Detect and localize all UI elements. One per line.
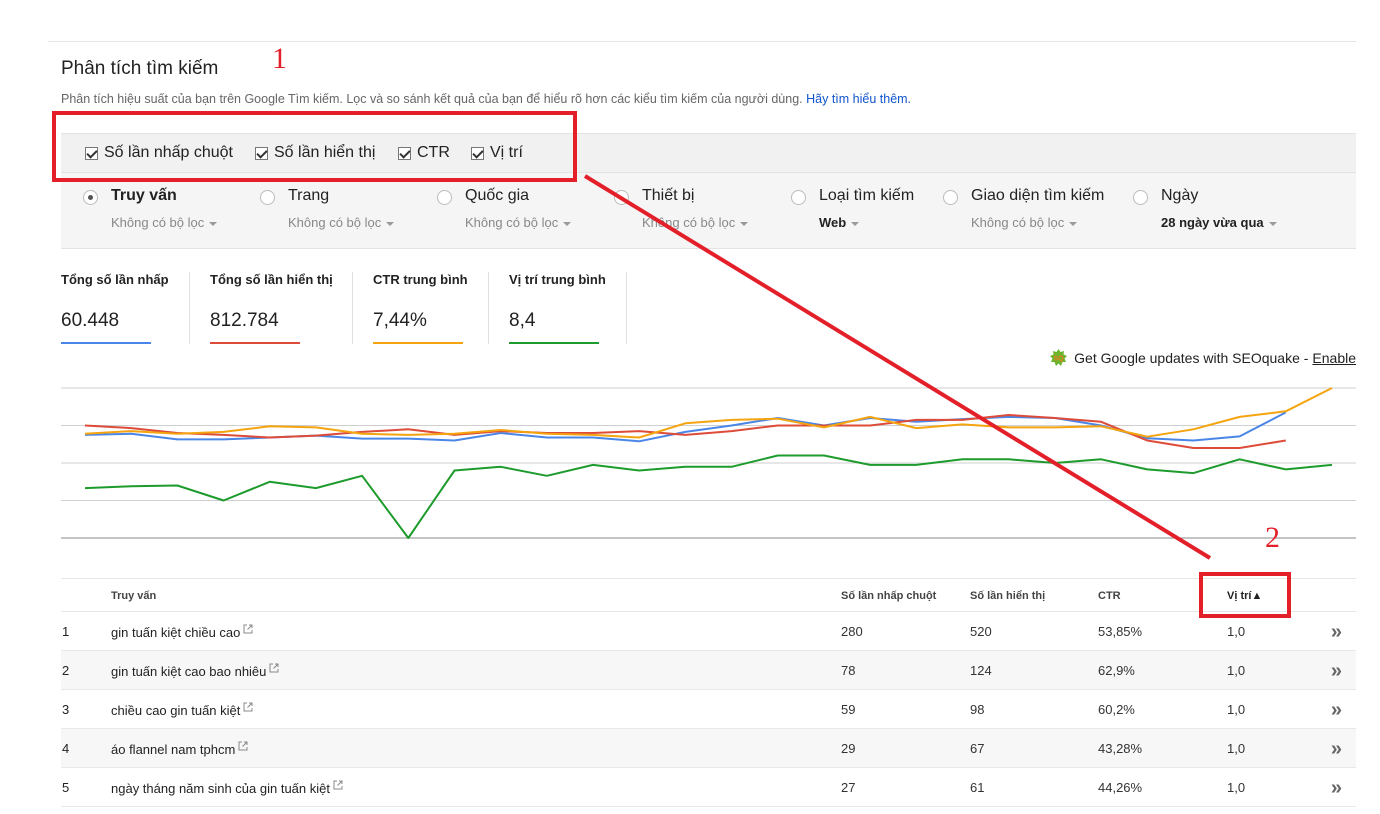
annotation-arrow-line [583, 174, 1212, 560]
